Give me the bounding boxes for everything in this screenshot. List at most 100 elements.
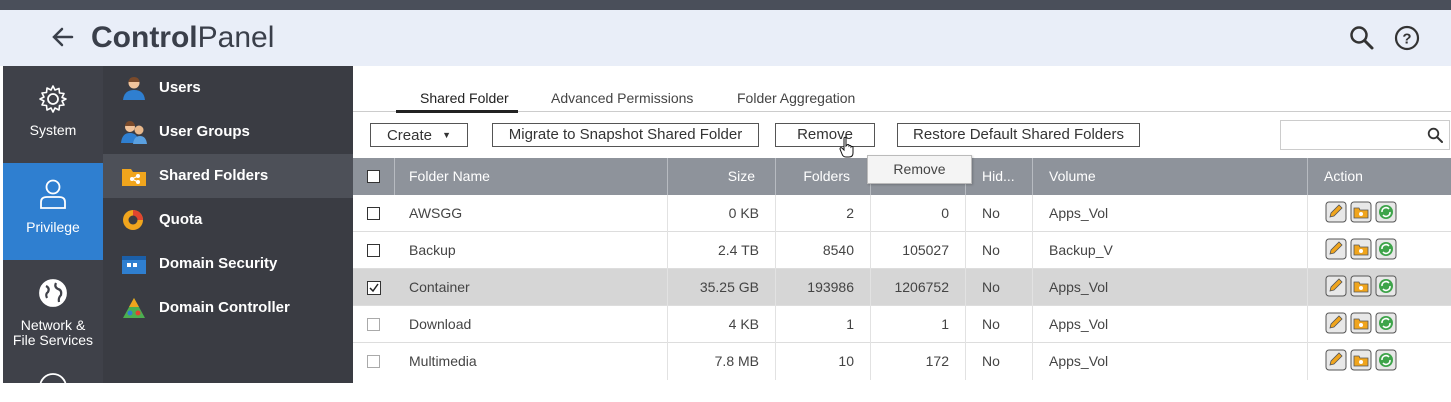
header-hidden[interactable]: Hid...: [966, 158, 1033, 195]
row-checkbox[interactable]: [367, 355, 380, 368]
cell-volume: Apps_Vol: [1033, 306, 1308, 343]
create-button[interactable]: Create ▼: [370, 123, 468, 147]
edit-icon[interactable]: [1325, 275, 1347, 297]
header-folder-name[interactable]: Folder Name: [395, 158, 668, 195]
cell-size: 35.25 GB: [668, 269, 776, 306]
cell-folders: 2: [776, 195, 871, 232]
subnav-label: Quota: [159, 211, 203, 228]
gear-icon: [39, 85, 67, 113]
domain-security-icon: [122, 256, 146, 274]
cell-folders: 1: [776, 306, 871, 343]
folder-permission-icon[interactable]: [1350, 312, 1372, 334]
window-top-strip: [0, 0, 1451, 10]
cell-files: 0: [871, 195, 966, 232]
edit-icon[interactable]: [1325, 312, 1347, 334]
category-privilege[interactable]: Privilege: [3, 163, 103, 260]
folder-permission-icon[interactable]: [1350, 275, 1372, 297]
cell-files: 105027: [871, 232, 966, 269]
refresh-icon[interactable]: [1375, 312, 1397, 334]
search-icon[interactable]: [1349, 25, 1375, 51]
cell-hidden: No: [966, 195, 1033, 232]
edit-icon[interactable]: [1325, 201, 1347, 223]
cell-actions: [1308, 343, 1451, 380]
user-icon: [40, 179, 66, 209]
table-row[interactable]: Download 4 KB 1 1 No Apps_Vol: [353, 306, 1451, 343]
table-row[interactable]: Backup 2.4 TB 8540 105027 No Backup_V: [353, 232, 1451, 269]
subnav-item-shared-folders[interactable]: Shared Folders: [103, 154, 353, 198]
cell-folder-name: Multimedia: [395, 343, 668, 380]
refresh-icon[interactable]: [1375, 275, 1397, 297]
cell-folders: 10: [776, 343, 871, 380]
refresh-icon[interactable]: [1375, 238, 1397, 260]
subnav-item-user-groups[interactable]: User Groups: [103, 110, 353, 154]
folder-permission-icon[interactable]: [1350, 238, 1372, 260]
category-label: Privilege: [26, 219, 80, 235]
migrate-snapshot-button[interactable]: Migrate to Snapshot Shared Folder: [492, 123, 759, 147]
back-arrow-icon[interactable]: [50, 24, 76, 50]
domain-controller-icon: [123, 298, 145, 318]
cell-size: 7.8 MB: [668, 343, 776, 380]
refresh-icon[interactable]: [1375, 349, 1397, 371]
row-checkbox-checked[interactable]: [367, 281, 381, 295]
globe-icon: [39, 279, 67, 307]
cell-folder-name: Download: [395, 306, 668, 343]
category-network-file-services[interactable]: Network & File Services: [3, 260, 103, 370]
category-label: System: [29, 122, 77, 138]
folder-permission-icon[interactable]: [1350, 201, 1372, 223]
cell-folders: 8540: [776, 232, 871, 269]
folder-search[interactable]: [1280, 120, 1450, 150]
subnav-item-quota[interactable]: Quota: [103, 198, 353, 242]
refresh-icon[interactable]: [1375, 201, 1397, 223]
cell-volume: Backup_V: [1033, 232, 1308, 269]
subnav-item-users[interactable]: Users: [103, 66, 353, 110]
header-folders[interactable]: Folders: [776, 158, 871, 195]
folder-permission-icon[interactable]: [1350, 349, 1372, 371]
subnav-label: User Groups: [159, 123, 250, 140]
shared-folders-icon: [122, 169, 146, 186]
header-action: Action: [1324, 168, 1363, 184]
edit-icon[interactable]: [1325, 238, 1347, 260]
search-icon[interactable]: [1427, 127, 1443, 143]
subnav-item-domain-security[interactable]: Domain Security: [103, 242, 353, 286]
category-label: Network &: [20, 317, 86, 333]
users-icon: [123, 77, 145, 100]
subnav-item-domain-controller[interactable]: Domain Controller: [103, 286, 353, 330]
row-checkbox[interactable]: [367, 244, 380, 257]
tab-shared-folder[interactable]: Shared Folder: [420, 90, 509, 106]
table-row-selected[interactable]: Container 35.25 GB 193986 1206752 No App…: [353, 269, 1451, 306]
remove-tooltip: Remove: [867, 155, 972, 184]
row-checkbox[interactable]: [367, 318, 380, 331]
table-row[interactable]: AWSGG 0 KB 2 0 No Apps_Vol: [353, 195, 1451, 232]
cell-actions: [1308, 195, 1451, 232]
subnav-label: Domain Security: [159, 255, 278, 272]
category-label-line2: File Services: [12, 332, 94, 348]
subnav-label: Domain Controller: [159, 299, 290, 316]
remove-button[interactable]: Remove: [775, 123, 875, 147]
edit-icon[interactable]: [1325, 349, 1347, 371]
subnav-label: Shared Folders: [159, 167, 269, 184]
cell-volume: Apps_Vol: [1033, 195, 1308, 232]
tab-advanced-permissions[interactable]: Advanced Permissions: [551, 90, 693, 106]
help-icon[interactable]: ?: [1394, 25, 1420, 51]
select-all-checkbox[interactable]: [367, 170, 380, 183]
cell-files: 172: [871, 343, 966, 380]
cell-actions: [1308, 269, 1451, 306]
tab-folder-aggregation[interactable]: Folder Aggregation: [737, 90, 855, 106]
table-row[interactable]: Multimedia 7.8 MB 10 172 No Apps_Vol: [353, 343, 1451, 380]
cell-folder-name: AWSGG: [395, 195, 668, 232]
partial-category-icon[interactable]: [38, 372, 68, 402]
restore-default-button[interactable]: Restore Default Shared Folders: [897, 123, 1140, 147]
cell-hidden: No: [966, 343, 1033, 380]
header-volume[interactable]: Volume: [1033, 158, 1308, 195]
hand-cursor-icon: [839, 136, 854, 158]
cell-hidden: No: [966, 306, 1033, 343]
main-content: Shared Folder Advanced Permissions Folde…: [353, 66, 1451, 383]
header-select-cell: [353, 158, 395, 195]
active-tab-indicator: [396, 110, 518, 113]
search-input[interactable]: [1285, 121, 1419, 149]
header-size[interactable]: Size: [668, 158, 776, 195]
cell-folders: 193986: [776, 269, 871, 306]
cell-folder-name: Container: [395, 269, 668, 306]
row-checkbox[interactable]: [367, 207, 380, 220]
category-system[interactable]: System: [3, 66, 103, 163]
